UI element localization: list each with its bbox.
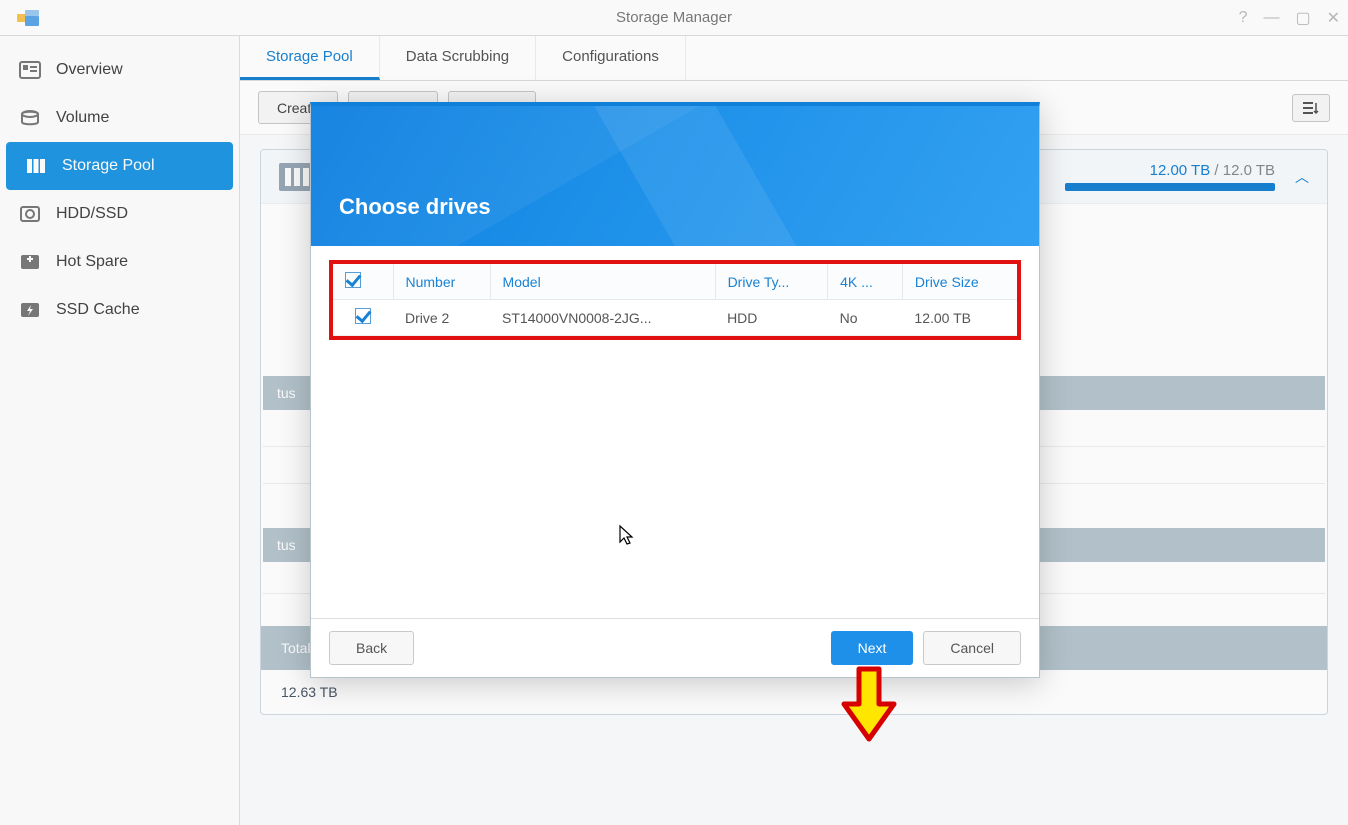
cell-number: Drive 2 [393,300,490,336]
cancel-button[interactable]: Cancel [923,631,1021,665]
choose-drives-dialog: ✕ Choose drives Number Model Drive Ty...… [310,102,1040,678]
col-drive-type[interactable]: Drive Ty... [715,264,828,300]
cell-model: ST14000VN0008-2JG... [490,300,715,336]
back-button[interactable]: Back [329,631,414,665]
dialog-footer: Back Next Cancel [311,618,1039,677]
col-drive-size[interactable]: Drive Size [902,264,1017,300]
dialog-body: Number Model Drive Ty... 4K ... Drive Si… [311,246,1039,618]
col-number[interactable]: Number [393,264,490,300]
col-model[interactable]: Model [490,264,715,300]
drive-table: Number Model Drive Ty... 4K ... Drive Si… [333,264,1017,336]
dialog-header: Choose drives [311,106,1039,246]
drive-row[interactable]: Drive 2 ST14000VN0008-2JG... HDD No 12.0… [333,300,1017,336]
cursor-icon [618,524,636,546]
cell-drive-type: HDD [715,300,828,336]
next-button[interactable]: Next [831,631,914,665]
col-4k[interactable]: 4K ... [828,264,903,300]
col-select-all[interactable] [333,264,393,300]
cell-drive-size: 12.00 TB [902,300,1017,336]
row-checkbox[interactable] [355,308,371,324]
drive-table-highlight: Number Model Drive Ty... 4K ... Drive Si… [329,260,1021,340]
checkbox-icon [345,272,361,288]
cell-4k: No [828,300,903,336]
dialog-title: Choose drives [339,194,491,220]
